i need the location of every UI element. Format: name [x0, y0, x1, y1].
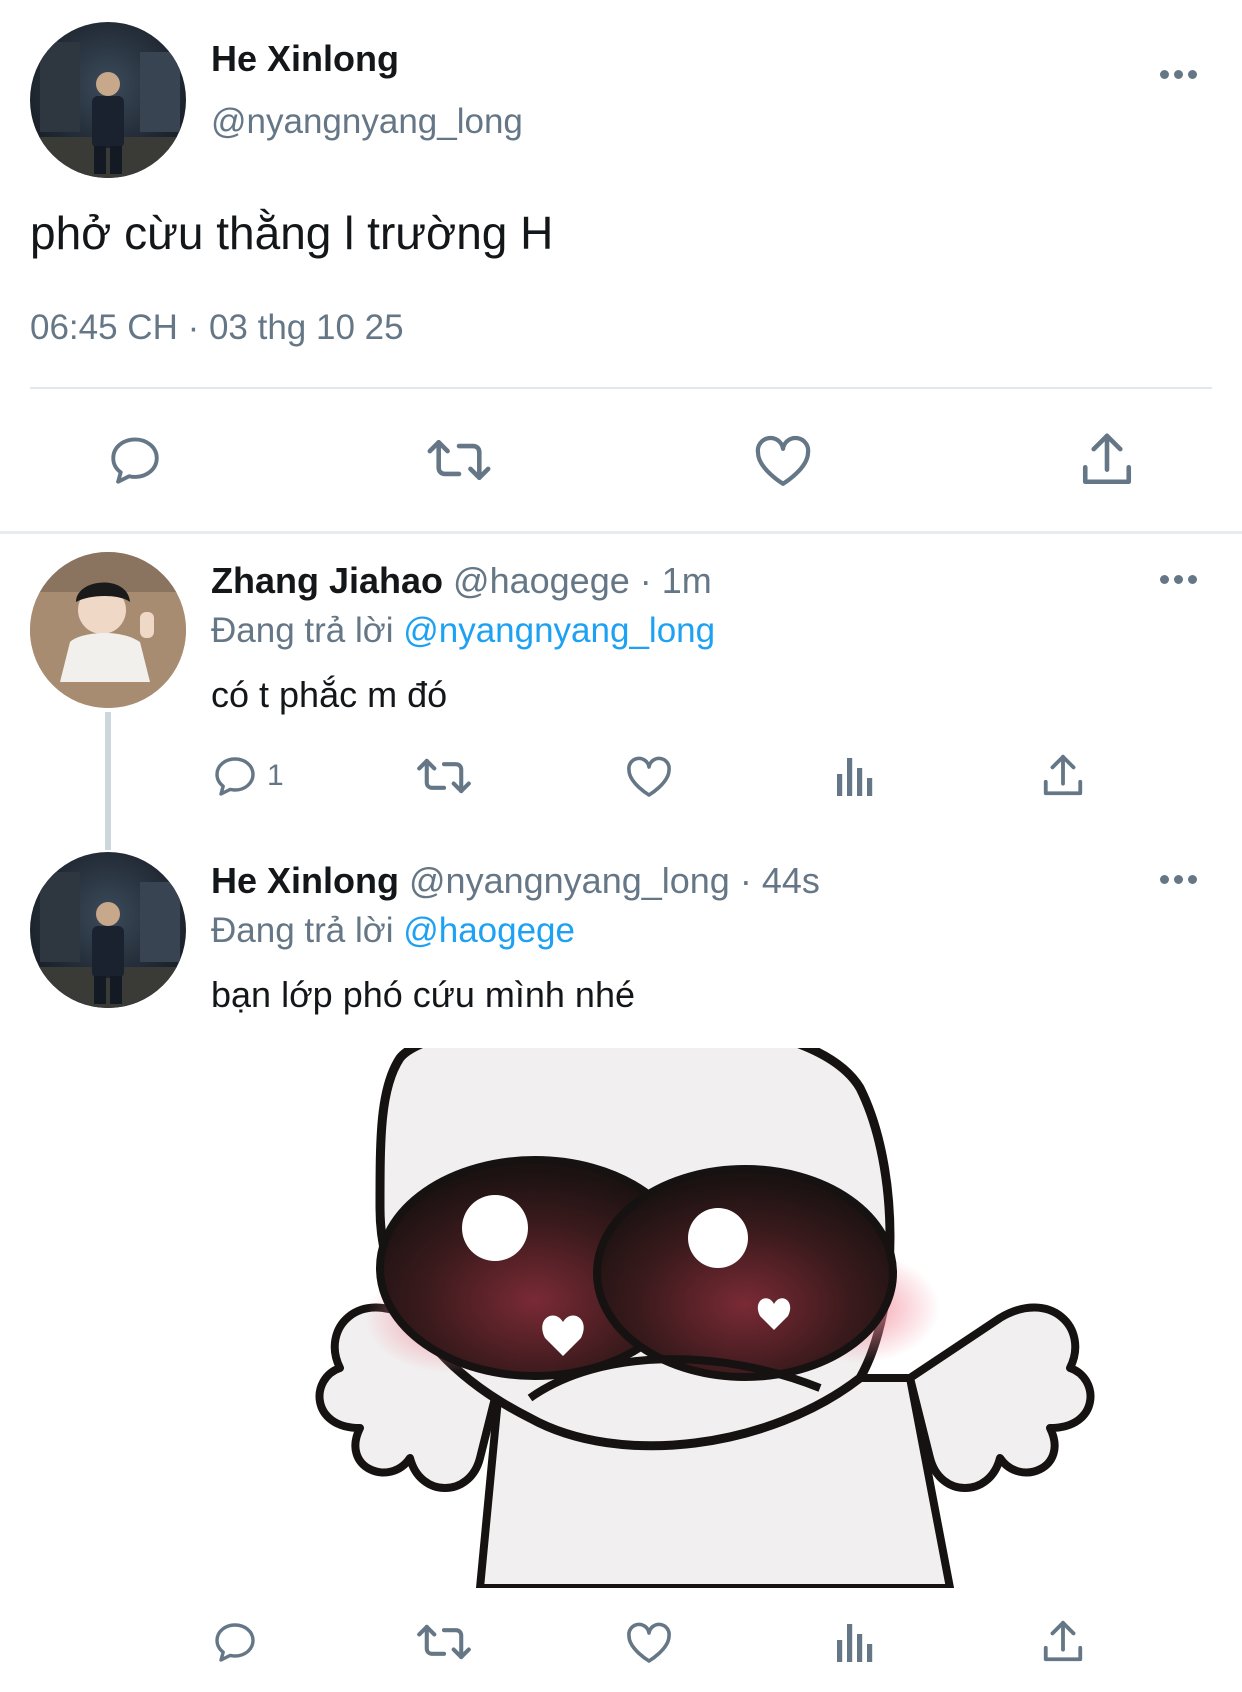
reply-1-action-bar: 1 — [211, 750, 1111, 802]
main-tweet-display-name[interactable]: He Xinlong — [211, 38, 399, 80]
main-tweet-handle[interactable]: @nyangnyang_long — [211, 102, 523, 142]
reply-2-retweet-button[interactable] — [416, 1616, 472, 1668]
reply-2-display-name[interactable]: He Xinlong — [211, 860, 399, 901]
reply-2-more-icon[interactable] — [1160, 875, 1197, 884]
reply-1-replying-prefix: Đang trả lời — [211, 611, 394, 650]
reply-1-avatar[interactable] — [30, 552, 186, 708]
reply-icon — [215, 1623, 255, 1662]
reply-1-header: Zhang Jiahao @haogege · 1m — [211, 560, 712, 602]
reply-2-replying-prefix: Đang trả lời — [211, 911, 394, 950]
share-icon — [1043, 1620, 1083, 1662]
reply-1-reply-button[interactable]: 1 — [211, 750, 284, 802]
reply-icon — [215, 757, 255, 796]
reply-1-reply-count: 1 — [267, 759, 284, 792]
reply-2-handle[interactable]: @nyangnyang_long — [409, 860, 730, 901]
reply-2-like-button[interactable] — [625, 1616, 673, 1668]
main-like-button[interactable] — [748, 430, 818, 490]
divider — [30, 387, 1212, 389]
reply-1-share-button[interactable] — [1041, 750, 1085, 802]
reply-1-retweet-button[interactable] — [416, 750, 472, 802]
reply-1-replying-handle[interactable]: @nyangnyang_long — [403, 611, 715, 650]
reply-1-analytics-button[interactable] — [835, 750, 875, 802]
reply-1-handle[interactable]: @haogege — [453, 560, 630, 601]
reply-1-display-name[interactable]: Zhang Jiahao — [211, 560, 443, 601]
reply-2-time: · 44s — [739, 860, 820, 901]
share-icon — [1043, 754, 1083, 796]
analytics-icon — [837, 758, 873, 796]
main-reply-button[interactable] — [100, 430, 170, 490]
reply-1-time: · 1m — [639, 560, 712, 601]
reply-2-replying-handle[interactable]: @haogege — [403, 911, 575, 950]
main-tweet-text: phở cừu thằng l trường H — [30, 207, 554, 259]
reply-1-text: có t phắc m đó — [211, 674, 448, 715]
reply-1-more-icon[interactable] — [1160, 575, 1197, 584]
like-icon — [627, 1622, 671, 1663]
retweet-icon — [417, 1624, 471, 1660]
reply-icon — [111, 437, 159, 484]
like-icon — [755, 435, 811, 486]
reply-2-avatar[interactable] — [30, 852, 186, 1008]
like-icon — [627, 756, 671, 797]
reply-1-like-button[interactable] — [625, 750, 673, 802]
reply-2-header: He Xinlong @nyangnyang_long · 44s — [211, 860, 820, 902]
share-icon — [1082, 433, 1132, 485]
main-tweet-avatar[interactable] — [30, 22, 186, 178]
reply-2-text: bạn lớp phó cứu mình nhé — [211, 974, 635, 1015]
section-divider — [0, 531, 1242, 534]
reply-1-replying-to: Đang trả lời @nyangnyang_long — [211, 611, 715, 651]
reply-2-share-button[interactable] — [1041, 1616, 1085, 1668]
main-tweet-more-icon[interactable] — [1160, 70, 1197, 79]
reply-2-media-image[interactable] — [300, 1048, 1120, 1588]
thread-line — [105, 712, 111, 850]
retweet-icon — [417, 758, 471, 794]
main-tweet-timestamp[interactable]: 06:45 CH · 03 thg 10 25 — [30, 308, 404, 348]
reply-2-action-bar — [211, 1616, 1111, 1668]
reply-2-replying-to: Đang trả lời @haogege — [211, 911, 575, 951]
analytics-icon — [837, 1624, 873, 1662]
main-retweet-button[interactable] — [424, 430, 494, 490]
main-share-button[interactable] — [1072, 430, 1142, 490]
reply-2-reply-button[interactable] — [211, 1616, 267, 1668]
reply-2-analytics-button[interactable] — [835, 1616, 875, 1668]
retweet-icon — [427, 439, 491, 481]
